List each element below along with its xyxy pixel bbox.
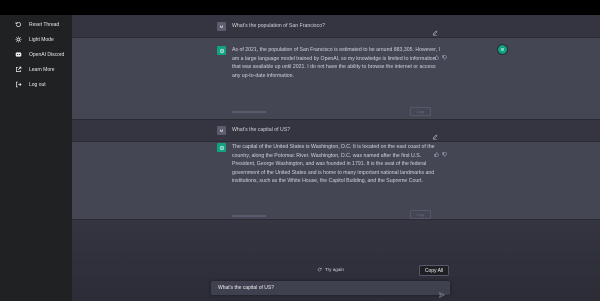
message-line: that was available up until 2021. I do n… bbox=[232, 64, 436, 70]
user-message-text: What's the capital of US? bbox=[232, 127, 291, 133]
edit-icon[interactable] bbox=[432, 23, 438, 36]
sidebar-item-label: Learn More bbox=[29, 66, 55, 73]
try-again-label: Try again bbox=[325, 267, 344, 272]
message-line: any up-to-date information. bbox=[232, 72, 294, 79]
sidebar: Reset Thread Light Mode OpenAI Discord L… bbox=[0, 15, 72, 301]
openai-logo-icon bbox=[217, 143, 226, 152]
assistant-message-text: The capital of the United States is Wash… bbox=[232, 143, 435, 186]
try-again-button[interactable]: Try again bbox=[317, 267, 344, 272]
send-icon[interactable] bbox=[439, 285, 446, 298]
message-line: country, along the Potomac River. Washin… bbox=[232, 152, 422, 159]
sidebar-item-label: Light Mode bbox=[29, 36, 54, 43]
assistant-message: As of 2021, the population of San Franci… bbox=[72, 38, 600, 120]
thumbs-down-icon[interactable] bbox=[442, 47, 448, 60]
sidebar-item-openai-discord[interactable]: OpenAI Discord bbox=[0, 49, 72, 60]
floating-status-icon[interactable] bbox=[498, 45, 507, 54]
discord-icon bbox=[14, 51, 22, 59]
openai-logo-icon bbox=[217, 46, 226, 55]
assistant-message-text: As of 2021, the population of San Franci… bbox=[232, 46, 440, 80]
sun-icon bbox=[14, 36, 22, 44]
message-meta bbox=[232, 214, 266, 218]
copy-all-button[interactable]: Copy All bbox=[419, 265, 449, 276]
edit-icon[interactable] bbox=[432, 127, 438, 140]
thumbs-down-icon[interactable] bbox=[442, 144, 448, 157]
chat-thread: M What's the population of San Francisco… bbox=[72, 15, 600, 301]
sidebar-item-label: Reset Thread bbox=[29, 21, 60, 28]
window-top-bar bbox=[0, 0, 600, 15]
logout-icon bbox=[14, 81, 22, 89]
message-line: As of 2021, the population of San Franci… bbox=[232, 47, 440, 53]
sidebar-item-log-out[interactable]: Log out bbox=[0, 79, 72, 90]
sidebar-item-label: OpenAI Discord bbox=[29, 51, 65, 58]
sidebar-item-reset-thread[interactable]: Reset Thread bbox=[0, 19, 72, 30]
message-line: am a large language model trained by Ope… bbox=[232, 55, 436, 62]
user-avatar: M bbox=[217, 22, 226, 31]
copy-button[interactable]: Copy bbox=[410, 210, 431, 219]
user-avatar: M bbox=[217, 126, 226, 135]
external-link-icon bbox=[14, 66, 22, 74]
user-message: M What's the capital of US? bbox=[72, 120, 600, 142]
assistant-message: The capital of the United States is Wash… bbox=[72, 142, 600, 220]
copy-button[interactable]: Copy bbox=[410, 107, 431, 116]
message-line: government of the United States and is h… bbox=[232, 169, 435, 176]
sidebar-item-light-mode[interactable]: Light Mode bbox=[0, 34, 72, 45]
thumbs-up-icon[interactable] bbox=[434, 144, 440, 157]
reset-icon bbox=[14, 21, 22, 29]
message-line: President, George Washington, and was fo… bbox=[232, 161, 427, 167]
meta-bar bbox=[232, 111, 266, 114]
message-line: institutions, such as the White House, t… bbox=[232, 178, 423, 184]
sidebar-item-label: Log out bbox=[29, 81, 46, 88]
message-input[interactable] bbox=[218, 283, 423, 293]
user-message: M What's the population of San Francisco… bbox=[72, 15, 600, 38]
thumbs-up-icon[interactable] bbox=[434, 47, 440, 60]
user-message-text: What's the population of San Francisco? bbox=[232, 23, 325, 29]
refresh-icon bbox=[317, 267, 322, 272]
meta-bar bbox=[232, 215, 266, 218]
message-meta bbox=[232, 110, 266, 114]
message-composer bbox=[211, 281, 450, 298]
sidebar-item-learn-more[interactable]: Learn More bbox=[0, 64, 72, 75]
message-line: The capital of the United States is Wash… bbox=[232, 144, 435, 150]
